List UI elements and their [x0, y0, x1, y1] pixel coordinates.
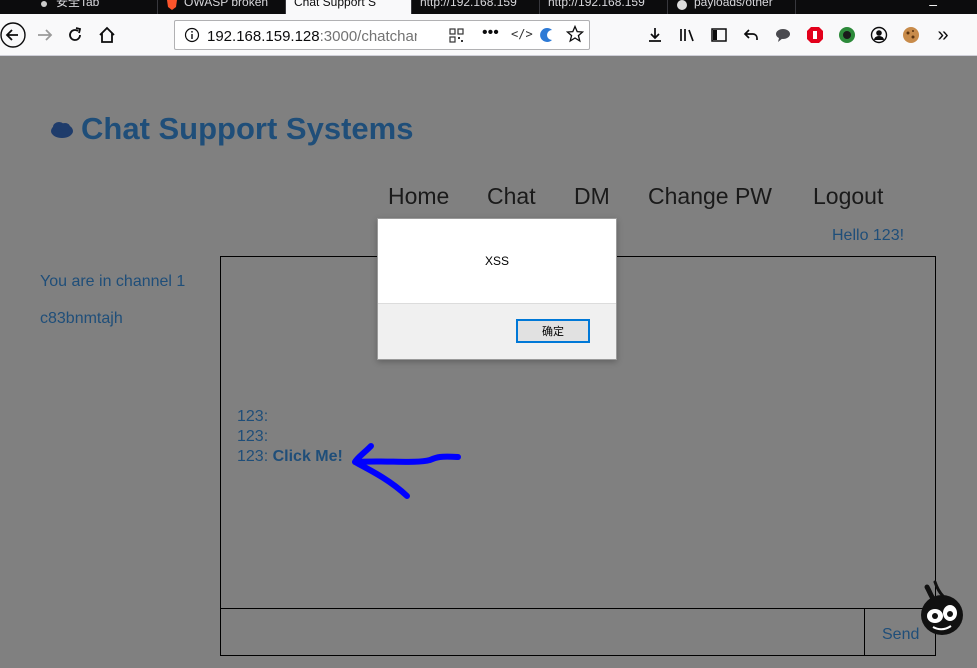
message-input[interactable]: [220, 608, 865, 656]
nav-logout-link[interactable]: Logout: [813, 183, 883, 210]
alert-footer: 确定: [378, 303, 616, 359]
extension-crescent-icon[interactable]: [538, 26, 556, 49]
reload-icon[interactable]: [62, 22, 88, 48]
browser-tab-active[interactable]: Chat Support S: [286, 0, 412, 14]
cloud-logo-icon: [50, 119, 74, 144]
browser-tab[interactable]: http://192.168.159: [540, 0, 668, 14]
browser-tab-strip: 安全Tab OWASP broken Chat Support S http:/…: [0, 0, 977, 14]
bookmark-star-icon[interactable]: [565, 24, 585, 48]
chat-message: 123:: [237, 428, 269, 445]
account-icon[interactable]: [866, 22, 892, 48]
address-bar[interactable]: 192.168.159.128:3000/chatchann ••• </>: [174, 20, 590, 50]
alert-message: XSS: [484, 254, 509, 268]
green-extension-icon[interactable]: [834, 22, 860, 48]
minimize-window-icon[interactable]: –: [929, 0, 937, 12]
browser-tab[interactable]: 安全Tab: [30, 0, 158, 14]
chat-message: 123: Click Me!: [237, 448, 343, 465]
info-icon[interactable]: [184, 27, 200, 48]
overflow-chevron-icon[interactable]: »: [930, 22, 956, 48]
cookie-icon[interactable]: [898, 22, 924, 48]
adblock-icon[interactable]: [802, 22, 828, 48]
sidebar-icon[interactable]: [706, 22, 732, 48]
private-browsing-icon: [38, 0, 50, 10]
forward-icon[interactable]: [32, 22, 58, 48]
nav-chat-link[interactable]: Chat: [487, 183, 536, 210]
alert-dialog: XSS 确定: [377, 218, 617, 360]
url-text: 192.168.159.128:3000/chatchann: [207, 28, 417, 45]
alert-ok-button[interactable]: 确定: [516, 319, 590, 343]
browser-tab[interactable]: payloads/other: [668, 0, 796, 14]
click-me-link[interactable]: Click Me!: [273, 448, 343, 465]
browser-tab[interactable]: http://192.168.159: [412, 0, 540, 14]
blue-annotation-arrow: [352, 443, 461, 499]
site-title: Chat Support Systems: [81, 111, 414, 146]
nav-change-pw-link[interactable]: Change PW: [648, 183, 772, 210]
page-actions-icon[interactable]: •••: [482, 24, 499, 42]
brave-lion-icon: [166, 0, 178, 10]
library-icon[interactable]: [674, 22, 700, 48]
browser-toolbar: 192.168.159.128:3000/chatchann ••• </>: [0, 14, 977, 56]
chat-message: 123:: [237, 408, 269, 425]
nav-home-link[interactable]: Home: [388, 183, 449, 210]
chat-bubble-icon[interactable]: [770, 22, 796, 48]
undo-arrow-icon[interactable]: [738, 22, 764, 48]
home-icon[interactable]: [94, 22, 120, 48]
browser-tab[interactable]: OWASP broken: [158, 0, 286, 14]
back-icon[interactable]: [0, 22, 26, 48]
channel-label: You are in channel 1: [40, 273, 186, 290]
code-icon[interactable]: </>: [511, 27, 533, 41]
github-icon: [676, 0, 688, 10]
greeting-text: Hello 123!: [832, 227, 905, 244]
qr-code-icon[interactable]: [449, 28, 464, 48]
downloads-icon[interactable]: [642, 22, 668, 48]
nav-dm-link[interactable]: DM: [574, 183, 610, 210]
mascot-icon: [921, 580, 963, 635]
channel-id: c83bnmtajh: [40, 310, 123, 327]
